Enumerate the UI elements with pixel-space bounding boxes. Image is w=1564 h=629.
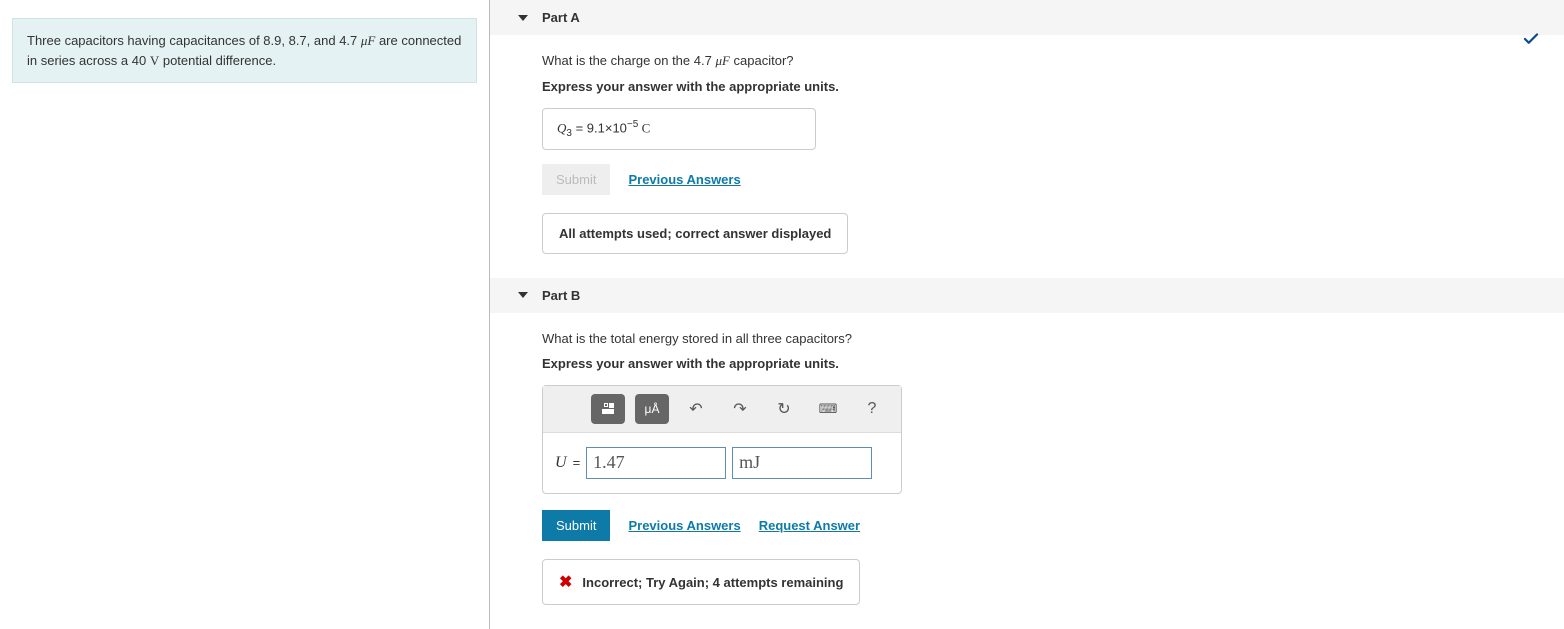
answer-eq: = (572, 120, 587, 135)
part-b-request-answer-link[interactable]: Request Answer (759, 518, 860, 533)
part-a-buttons: Submit Previous Answers (542, 164, 1564, 195)
caret-down-icon (518, 292, 528, 298)
undo-icon[interactable]: ↶ (679, 394, 713, 424)
part-b-feedback: ✖ Incorrect; Try Again; 4 attempts remain… (542, 559, 860, 605)
part-a-question: What is the charge on the 4.7 μF capacit… (542, 53, 1564, 69)
problem-unit-1: μF (361, 33, 375, 48)
help-icon[interactable]: ? (855, 394, 889, 424)
keyboard-icon[interactable]: ⌨ (811, 394, 845, 424)
part-b-header[interactable]: Part B (490, 278, 1564, 313)
problem-text-pre: Three capacitors having capacitances of … (27, 33, 361, 48)
part-a-q-post: capacitor? (730, 53, 794, 68)
answer-toolbar: μÅ ↶ ↷ ↻ ⌨ ? (543, 386, 901, 433)
caret-down-icon (518, 15, 528, 21)
answer-input-row: U = (543, 433, 901, 493)
part-b-question: What is the total energy stored in all t… (542, 331, 1564, 346)
problem-statement: Three capacitors having capacitances of … (12, 18, 477, 83)
reset-icon[interactable]: ↻ (767, 394, 801, 424)
part-a-answer-display: Q3 = 9.1×10−5 C (542, 108, 816, 150)
answer-unit: C (638, 120, 650, 135)
part-b-title: Part B (542, 288, 580, 303)
part-a-q-unit: μF (715, 53, 729, 68)
part-b-buttons: Submit Previous Answers Request Answer (542, 510, 1564, 541)
template-picker-button[interactable] (591, 394, 625, 424)
part-b-answer-panel: μÅ ↶ ↷ ↻ ⌨ ? U = (542, 385, 902, 494)
part-b-submit-button[interactable]: Submit (542, 510, 610, 541)
problem-text-post: potential difference. (159, 53, 276, 68)
x-icon: ✖ (559, 574, 572, 591)
redo-icon[interactable]: ↷ (723, 394, 757, 424)
part-b-previous-answers-link[interactable]: Previous Answers (628, 518, 740, 533)
part-a-header[interactable]: Part A (490, 0, 1564, 35)
part-b-feedback-text: Incorrect; Try Again; 4 attempts remaini… (582, 575, 843, 590)
part-a-previous-answers-link[interactable]: Previous Answers (628, 172, 740, 187)
check-icon (1522, 30, 1540, 51)
part-a-feedback: All attempts used; correct answer displa… (542, 213, 848, 254)
problem-unit-2: V (150, 53, 159, 68)
answer-var: Q (557, 120, 566, 135)
part-a-body: What is the charge on the 4.7 μF capacit… (490, 35, 1564, 278)
variable-label: U (555, 454, 567, 472)
answer-val: 9.1×10 (587, 120, 627, 135)
value-input[interactable] (586, 447, 726, 479)
part-b-body: What is the total energy stored in all t… (490, 313, 1564, 629)
unit-input[interactable] (732, 447, 872, 479)
part-a-submit-button: Submit (542, 164, 610, 195)
part-a-title: Part A (542, 10, 580, 25)
equals-label: = (573, 455, 581, 470)
answer-exp: −5 (627, 119, 638, 130)
units-button[interactable]: μÅ (635, 394, 669, 424)
part-a-q-pre: What is the charge on the 4.7 (542, 53, 715, 68)
part-a-instruction: Express your answer with the appropriate… (542, 79, 1564, 94)
part-b-instruction: Express your answer with the appropriate… (542, 356, 1564, 371)
problem-panel: Three capacitors having capacitances of … (0, 0, 490, 629)
